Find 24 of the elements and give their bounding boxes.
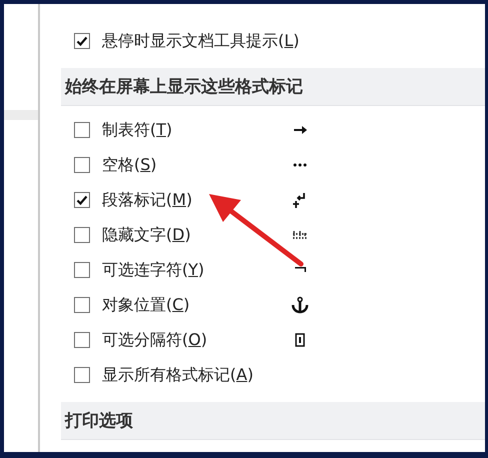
nav-item-background — [4, 110, 38, 120]
checkbox[interactable] — [74, 366, 90, 382]
option-label: 可选分隔符(O) — [102, 330, 208, 350]
option-label: 隐藏文字(D) — [102, 224, 192, 244]
section-header: 打印选项 — [61, 402, 485, 440]
anchor-icon — [291, 296, 309, 314]
section-header: 始终在屏幕上显示这些格式标记 — [61, 68, 485, 106]
option-label: 段落标记(M) — [102, 190, 194, 210]
checkbox[interactable] — [74, 156, 90, 172]
checkbox[interactable] — [74, 296, 90, 312]
option-label: 对象位置(C) — [102, 294, 191, 314]
checkbox[interactable] — [74, 192, 90, 208]
checkbox[interactable] — [74, 122, 90, 138]
space-mark-icon — [293, 162, 307, 166]
option-label: 悬停时显示文档工具提示(L) — [102, 30, 300, 50]
option-label: 空格(S) — [102, 154, 158, 174]
hyphen-mark-icon — [294, 267, 306, 272]
checkbox[interactable] — [74, 226, 90, 242]
option-label: 可选连字符(Y) — [102, 260, 206, 280]
checkbox[interactable] — [74, 32, 90, 48]
checkbox[interactable] — [74, 262, 90, 278]
checkbox[interactable] — [74, 332, 90, 348]
option-label: 制表符(T) — [102, 120, 174, 140]
option-label: 显示所有格式标记(A) — [102, 364, 254, 384]
